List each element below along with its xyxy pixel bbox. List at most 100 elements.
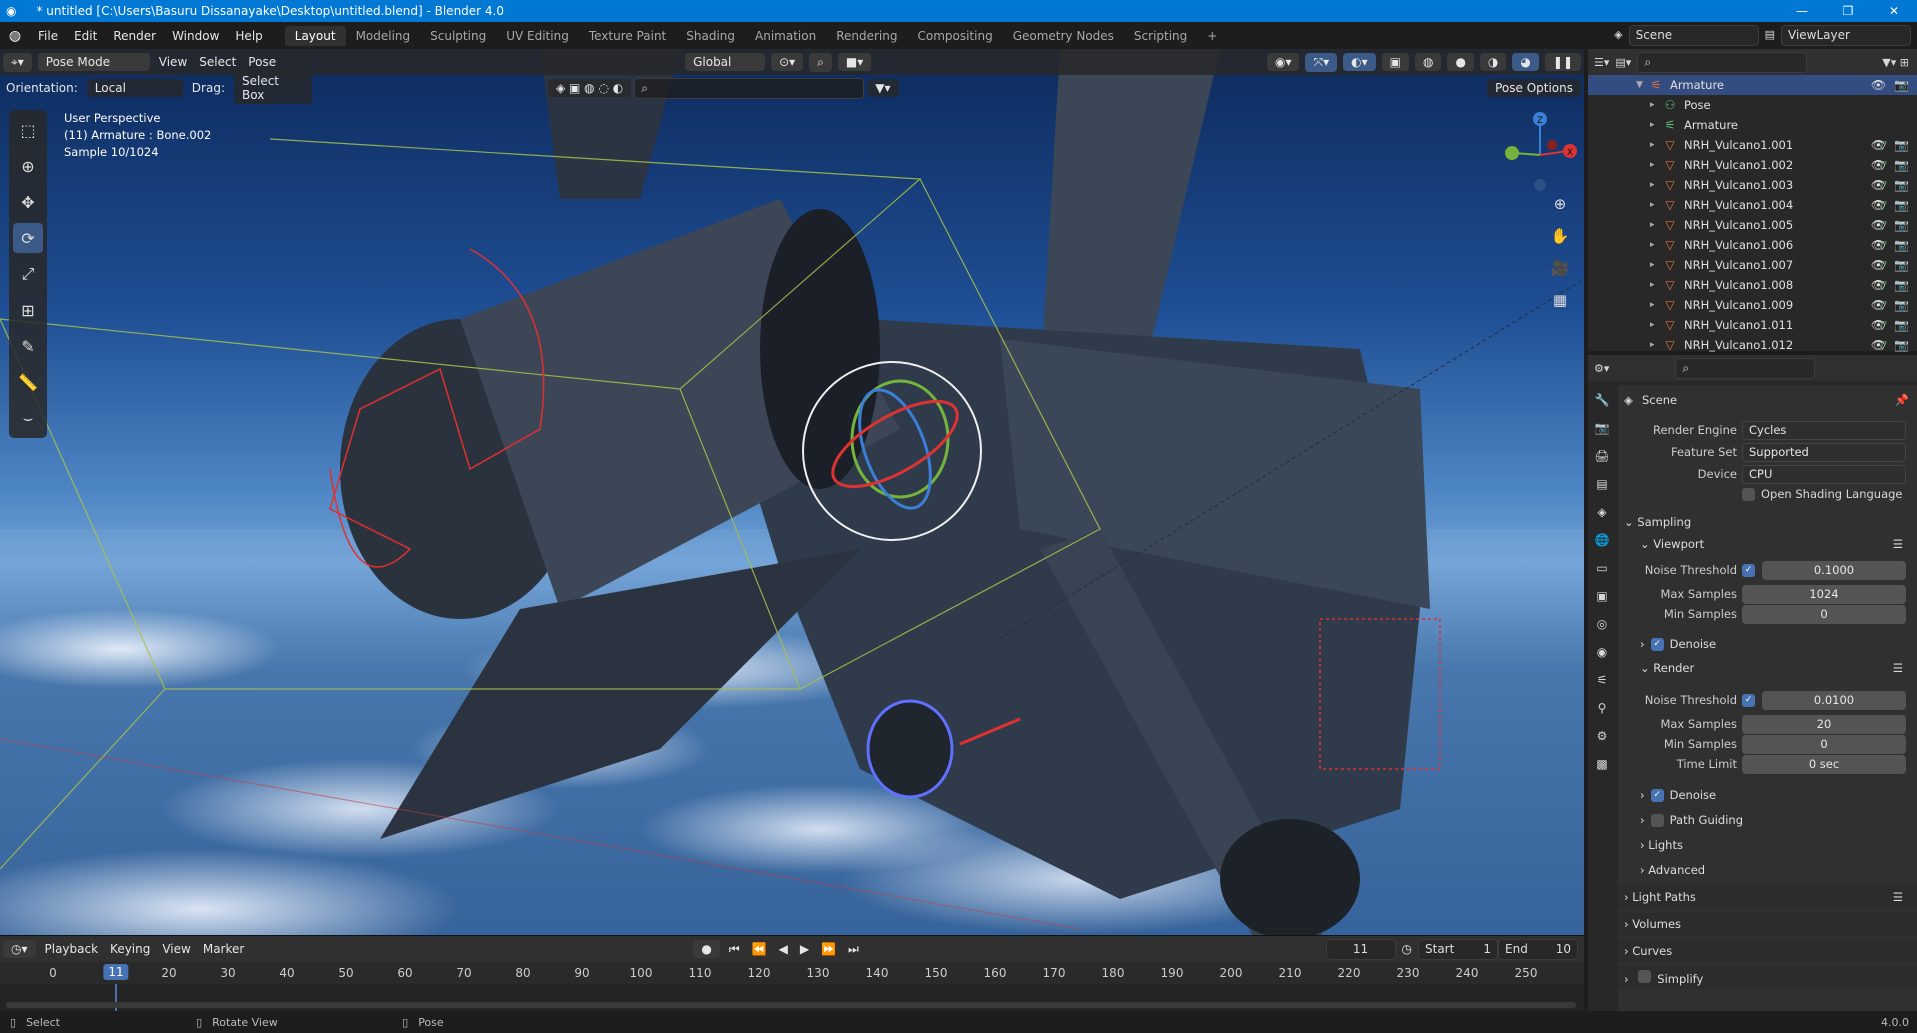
visibility-icon[interactable]: ◉▾	[1266, 53, 1300, 71]
gizmo-toggle-icon[interactable]: ⤧▾	[1305, 52, 1338, 72]
tab-rendering[interactable]: Rendering	[826, 26, 907, 46]
outliner-row[interactable]: ▸ ▽ NRH_Vulcano1.006 ▽ 👁 📷	[1588, 235, 1917, 255]
render-engine-dropdown[interactable]: Cycles	[1742, 420, 1906, 440]
light-paths-panel-toggle[interactable]: › Light Paths	[1624, 890, 1696, 904]
sampling-panel-toggle[interactable]: ⌄ Sampling	[1624, 515, 1691, 529]
tab-texture-paint[interactable]: Texture Paint	[579, 26, 676, 46]
viewport-search-input[interactable]: ⌕	[634, 77, 865, 99]
modifiers-tab-icon[interactable]: ◎	[1592, 617, 1612, 635]
simplify-panel-toggle[interactable]: › Simplify	[1624, 970, 1703, 986]
expand-icon[interactable]: ▸	[1650, 240, 1662, 250]
cursor-icon[interactable]: ⊕	[13, 151, 43, 181]
display-mode-icon[interactable]: ▤▾	[1615, 56, 1631, 69]
menu-view[interactable]: View	[159, 55, 187, 69]
editor-type-button[interactable]: ⌖▾	[3, 52, 32, 72]
data-tab-icon[interactable]: ⚲	[1592, 701, 1612, 719]
timeline-editor-icon[interactable]: ◷▾	[3, 940, 36, 958]
feature-set-dropdown[interactable]: Supported	[1742, 442, 1906, 462]
maximize-button[interactable]: ❐	[1825, 4, 1871, 18]
tool-tab-icon[interactable]: 🔧	[1592, 393, 1612, 411]
properties-search-input[interactable]: ⌕	[1675, 357, 1816, 379]
mode-dropdown[interactable]: Pose Mode	[37, 53, 150, 71]
device-dropdown[interactable]: CPU	[1742, 464, 1906, 484]
snap-icon[interactable]: ⌕	[809, 52, 832, 72]
shading-solid-icon[interactable]: ●	[1447, 53, 1474, 71]
camera-icon[interactable]: 📷	[1894, 218, 1909, 232]
camera-icon[interactable]: 📷	[1894, 198, 1909, 212]
menu-select[interactable]: Select	[199, 55, 236, 69]
outliner-filter-icon[interactable]: ▼▾ ⊞	[1882, 56, 1909, 69]
timeline-view-menu[interactable]: View	[162, 942, 190, 956]
play-icon[interactable]: ▶	[800, 942, 809, 956]
eye-icon[interactable]: 👁	[1871, 298, 1886, 312]
vp-max-samples-field[interactable]: 1024	[1742, 584, 1906, 604]
prev-key-icon[interactable]: ⏪	[752, 942, 767, 956]
navigation-gizmo[interactable]: Z X	[1500, 105, 1580, 195]
eye-icon[interactable]: 👁	[1871, 278, 1886, 292]
scene-tab-icon[interactable]: ◈	[1592, 505, 1612, 523]
expand-icon[interactable]: ▸	[1650, 120, 1662, 130]
world-tab-icon[interactable]: 🌐	[1592, 533, 1612, 551]
move-icon[interactable]: ✥	[13, 187, 43, 217]
next-key-icon[interactable]: ⏩	[821, 942, 836, 956]
end-frame-field[interactable]: End 10	[1498, 938, 1578, 960]
filter-icon[interactable]: ▼▾	[867, 79, 899, 97]
pause-render-icon[interactable]: ❚❚	[1544, 53, 1581, 71]
curves-panel-toggle[interactable]: › Curves	[1624, 944, 1672, 958]
overlay-icon[interactable]: ◐▾	[1343, 53, 1376, 71]
play-reverse-icon[interactable]: ◀	[779, 942, 788, 956]
playback-menu[interactable]: Playback	[45, 942, 99, 956]
select-box-icon[interactable]: ⬚	[13, 115, 43, 145]
expand-icon[interactable]: ▸	[1650, 260, 1662, 270]
auto-key-icon[interactable]: ●	[693, 940, 720, 958]
playhead-frame[interactable]: 11	[103, 964, 129, 980]
shading-wireframe-icon[interactable]: ◍	[1414, 53, 1442, 71]
minimize-button[interactable]: —	[1779, 4, 1825, 18]
transform-orientation-dropdown[interactable]: Global	[685, 53, 766, 71]
expand-icon[interactable]: ▸	[1650, 300, 1662, 310]
expand-icon[interactable]: ▸	[1650, 280, 1662, 290]
outliner-row[interactable]: ▸ ▽ NRH_Vulcano1.007 ▽ 👁 📷	[1588, 255, 1917, 275]
drag-dropdown[interactable]: Select Box	[233, 72, 312, 104]
pin-icon[interactable]: 📌	[1895, 393, 1909, 407]
volumes-panel-toggle[interactable]: › Volumes	[1624, 917, 1681, 931]
viewlayer-icon[interactable]: ▤	[1765, 25, 1775, 46]
r-min-samples-field[interactable]: 0	[1742, 734, 1906, 754]
expand-icon[interactable]: ▸	[1650, 320, 1662, 330]
tab-uv-editing[interactable]: UV Editing	[496, 26, 579, 46]
start-frame-field[interactable]: Start 1	[1418, 938, 1498, 960]
vp-denoise-toggle[interactable]: › ✓ Denoise	[1640, 637, 1716, 651]
measure-icon[interactable]: 📏	[13, 367, 43, 397]
menu-edit[interactable]: Edit	[66, 29, 105, 43]
properties-editor-icon[interactable]: ⚙▾	[1594, 362, 1609, 375]
menu-pose[interactable]: Pose	[248, 55, 276, 69]
lights-subpanel-toggle[interactable]: › Lights	[1640, 838, 1683, 852]
expand-icon[interactable]: ▸	[1650, 220, 1662, 230]
zoom-icon[interactable]: ⊕	[1548, 195, 1572, 217]
outliner-row[interactable]: ▸ ▽ NRH_Vulcano1.012 ▽ 👁 📷	[1588, 335, 1917, 355]
outliner-row[interactable]: ▸ ▽ NRH_Vulcano1.008 ▽ 👁 📷	[1588, 275, 1917, 295]
tab-shading[interactable]: Shading	[676, 26, 745, 46]
r-noise-checkbox[interactable]: ✓	[1742, 693, 1755, 707]
vp-noise-checkbox[interactable]: ✓	[1742, 563, 1755, 577]
pan-hand-icon[interactable]: ✋	[1548, 227, 1572, 249]
expand-icon[interactable]: ▸	[1650, 200, 1662, 210]
3d-viewport[interactable]	[0, 49, 1584, 935]
outliner-editor-icon[interactable]: ☰▾	[1594, 56, 1609, 69]
scale-icon[interactable]: ⤢	[13, 259, 43, 289]
object-tab-icon[interactable]: ▣	[1592, 589, 1612, 607]
outliner-row[interactable]: ▸ ⚇ Pose	[1588, 95, 1917, 115]
camera-icon[interactable]: 📷	[1894, 298, 1909, 312]
tab-compositing[interactable]: Compositing	[907, 26, 1002, 46]
blender-menu-icon[interactable]: ◍	[0, 28, 30, 44]
timeline-scrollbar[interactable]	[6, 1002, 1576, 1008]
texture-tab-icon[interactable]: ▩	[1592, 757, 1612, 775]
tab-layout[interactable]: Layout	[284, 25, 346, 46]
orientation-dropdown[interactable]: Local	[86, 79, 183, 97]
eye-icon[interactable]: 👁	[1871, 238, 1886, 252]
light-paths-presets-icon[interactable]: ☰	[1893, 890, 1903, 904]
pivot-icon[interactable]: ⊙▾	[771, 53, 804, 71]
eye-icon[interactable]: 👁	[1871, 318, 1886, 332]
current-frame-field[interactable]: 11	[1325, 938, 1396, 960]
shading-material-icon[interactable]: ◑	[1479, 53, 1507, 71]
